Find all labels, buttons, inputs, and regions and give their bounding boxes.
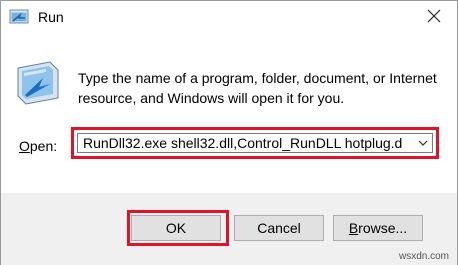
dialog-content: Type the name of a program, folder, docu…: [1, 35, 457, 193]
open-combobox-highlight: RunDll32.exe shell32.dll,Control_RunDLL …: [71, 127, 439, 159]
watermark: wsxdn.com: [398, 251, 449, 262]
run-dialog: Run Type the name of a program, folder, …: [0, 0, 458, 265]
close-icon[interactable]: [425, 7, 443, 25]
chevron-down-icon[interactable]: [416, 136, 430, 150]
ok-button[interactable]: OK: [131, 215, 221, 241]
open-input[interactable]: RunDll32.exe shell32.dll,Control_RunDLL …: [83, 135, 402, 151]
open-label: Open:: [19, 138, 58, 154]
cancel-button[interactable]: Cancel: [234, 215, 324, 241]
title-bar: Run: [1, 1, 457, 35]
window-title: Run: [38, 9, 64, 25]
dialog-description: Type the name of a program, folder, docu…: [78, 70, 437, 106]
open-combobox[interactable]: RunDll32.exe shell32.dll,Control_RunDLL …: [77, 133, 433, 153]
dialog-footer: OK Cancel Browse... wsxdn.com: [1, 193, 457, 265]
run-dialog-icon: [15, 60, 61, 106]
browse-button[interactable]: Browse...: [333, 215, 423, 241]
run-app-icon: [9, 9, 29, 25]
